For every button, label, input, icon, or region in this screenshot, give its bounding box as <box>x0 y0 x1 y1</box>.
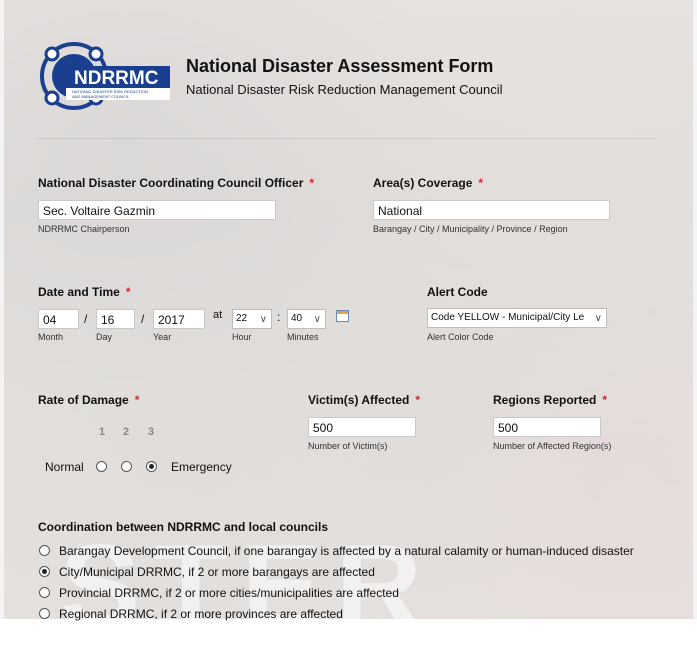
victims-sublabel: Number of Victim(s) <box>308 441 388 451</box>
at-label: at <box>213 309 223 321</box>
month-input[interactable]: 04 <box>38 309 79 329</box>
regions-input[interactable]: 500 <box>493 417 601 437</box>
damage-radio-2[interactable] <box>121 461 132 472</box>
coordination-radio-1[interactable] <box>39 545 50 556</box>
header-divider <box>36 138 656 139</box>
coverage-label: Area(s) Coverage * <box>373 176 484 190</box>
form-card: NDRRMC NATIONAL DISASTER RISK REDUCTION … <box>0 0 697 621</box>
minutes-sublabel: Minutes <box>287 332 319 342</box>
damage-label: Rate of Damage * <box>38 393 140 407</box>
coordination-option-2[interactable]: City/Municipal DRRMC, if 2 or more baran… <box>59 565 375 579</box>
required-mark: * <box>125 285 131 299</box>
ndrrmc-logo: NDRRMC NATIONAL DISASTER RISK REDUCTION … <box>40 42 170 110</box>
year-sublabel: Year <box>153 332 172 342</box>
hour-sublabel: Hour <box>232 332 252 342</box>
chevron-down-icon: ∨ <box>259 314 267 325</box>
coordination-radio-2[interactable] <box>39 566 50 577</box>
coordination-label: Coordination between NDRRMC and local co… <box>38 520 329 534</box>
officer-label: National Disaster Coordinating Council O… <box>38 176 315 190</box>
officer-sublabel: NDRRMC Chairperson <box>38 224 130 234</box>
coordination-radio-4[interactable] <box>39 608 50 619</box>
coordination-option-3[interactable]: Provincial DRRMC, if 2 or more cities/mu… <box>59 586 399 600</box>
hour-select[interactable]: 22 ∨ <box>232 309 272 329</box>
scale-number-3: 3 <box>148 426 155 438</box>
scale-high-label: Emergency <box>171 460 232 474</box>
victims-input[interactable]: 500 <box>308 417 416 437</box>
coverage-input[interactable]: National <box>373 200 610 220</box>
required-mark: * <box>602 393 608 407</box>
datetime-label: Date and Time * <box>38 285 131 299</box>
year-input[interactable]: 2017 <box>153 309 205 329</box>
scale-low-label: Normal <box>45 460 84 474</box>
coordination-option-1[interactable]: Barangay Development Council, if one bar… <box>59 544 634 558</box>
month-sublabel: Month <box>38 332 64 342</box>
alert-code-select[interactable]: Code YELLOW - Municipal/City Le ∨ <box>427 308 607 328</box>
svg-text:NDRRMC: NDRRMC <box>74 68 159 89</box>
scale-number-2: 2 <box>123 426 130 438</box>
officer-input[interactable]: Sec. Voltaire Gazmin <box>38 200 276 220</box>
damage-radio-1[interactable] <box>96 461 107 472</box>
left-border <box>0 0 4 619</box>
required-mark: * <box>478 176 484 190</box>
right-border <box>693 0 697 619</box>
chevron-down-icon: ∨ <box>313 314 321 325</box>
time-separator: : <box>277 310 281 324</box>
alert-code-label: Alert Code <box>427 285 488 299</box>
scale-number-1: 1 <box>99 426 106 438</box>
form-subtitle: National Disaster Risk Reduction Managem… <box>186 82 503 97</box>
day-sublabel: Day <box>96 332 113 342</box>
alert-code-sublabel: Alert Color Code <box>427 332 494 342</box>
required-mark: * <box>134 393 140 407</box>
minutes-select[interactable]: 40 ∨ <box>287 309 326 329</box>
day-input[interactable]: 16 <box>96 309 135 329</box>
chevron-down-icon: ∨ <box>594 313 602 324</box>
damage-radio-3[interactable] <box>146 461 157 472</box>
calendar-icon[interactable] <box>336 310 349 322</box>
required-mark: * <box>309 176 315 190</box>
required-mark: * <box>415 393 421 407</box>
form-title: National Disaster Assessment Form <box>186 56 494 76</box>
date-separator: / <box>84 312 88 326</box>
svg-text:AND MANAGEMENT COUNCIL: AND MANAGEMENT COUNCIL <box>72 94 130 99</box>
coordination-radio-3[interactable] <box>39 587 50 598</box>
coverage-sublabel: Barangay / City / Municipality / Provinc… <box>373 224 568 234</box>
date-separator: / <box>141 312 145 326</box>
regions-sublabel: Number of Affected Region(s) <box>493 441 612 451</box>
victims-label: Victim(s) Affected * <box>308 393 421 407</box>
regions-label: Regions Reported * <box>493 393 608 407</box>
